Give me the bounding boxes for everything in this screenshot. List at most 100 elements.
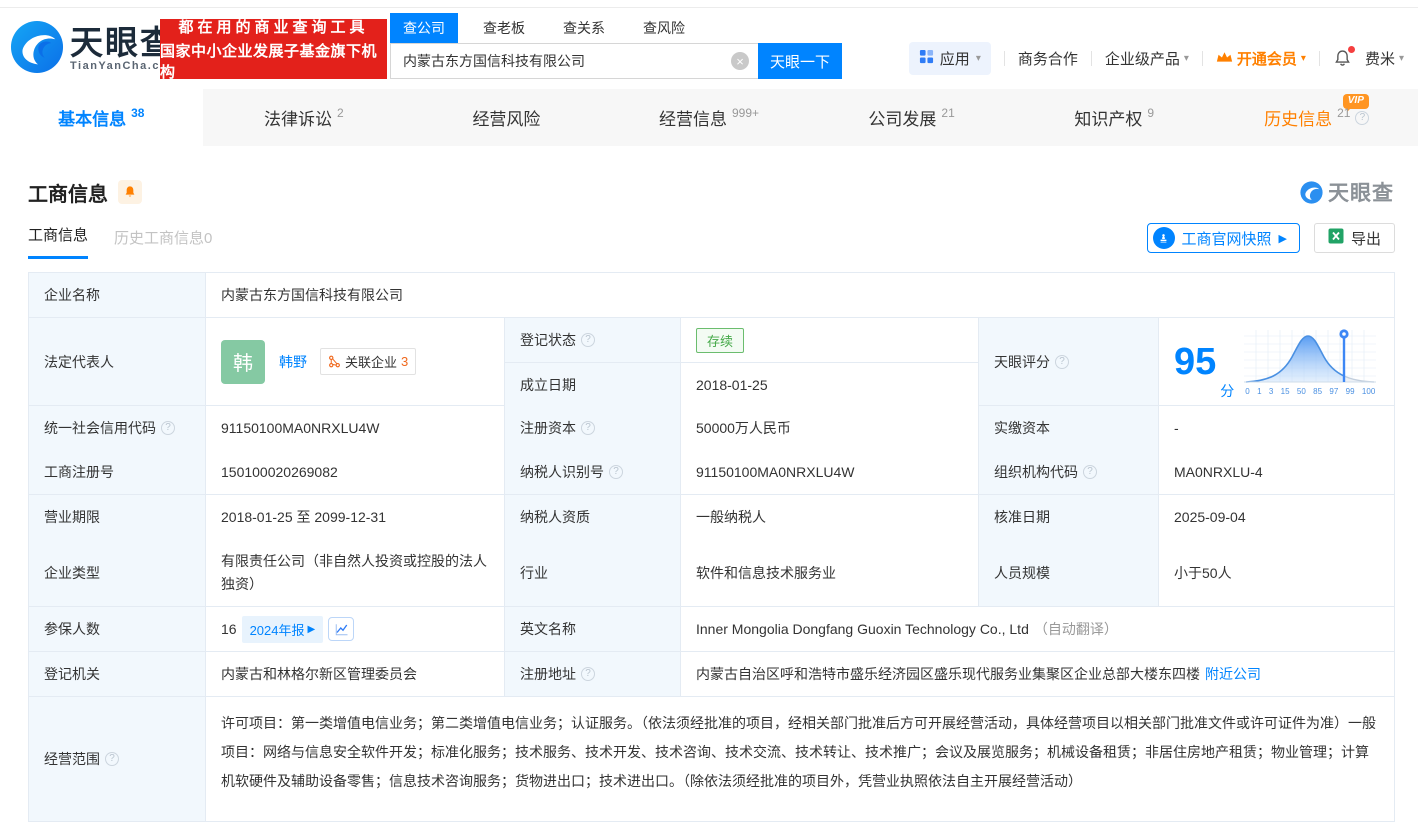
related-companies-label: 关联企业	[345, 352, 397, 371]
search-module: 查公司 查老板 查关系 查风险 天眼一下	[390, 16, 842, 79]
reg-status-label-cell: 登记状态	[505, 318, 681, 362]
search-tab-risk[interactable]: 查风险	[630, 13, 698, 43]
chevron-down-icon: ▾	[976, 53, 981, 64]
reg-number-value: 150100020269082	[206, 450, 505, 494]
help-icon[interactable]	[581, 333, 595, 347]
tab-basic-info[interactable]: 基本信息 38	[0, 89, 203, 146]
subtab-row: 工商信息 历史工商信息0 工商官网快照 ▶ 导出	[28, 223, 1395, 259]
establish-date-value: 2018-01-25	[681, 363, 979, 407]
nearby-companies-link[interactable]: 附近公司	[1205, 664, 1261, 684]
help-icon[interactable]	[609, 465, 623, 479]
english-name-cell: Inner Mongolia Dongfang Guoxin Technolog…	[681, 607, 1394, 651]
help-icon[interactable]	[581, 667, 595, 681]
reg-address-label-cell: 注册地址	[505, 652, 681, 696]
nav-enterprise-products[interactable]: 企业级产品 ▾	[1105, 48, 1189, 69]
reg-authority-value: 内蒙古和林格尔新区管理委员会	[206, 652, 505, 696]
score-value: 95	[1174, 343, 1216, 381]
taxpayer-quality-value: 一般纳税人	[681, 495, 979, 539]
nav-user[interactable]: 费米 ▾	[1365, 48, 1404, 69]
related-companies-badge[interactable]: 关联企业 3	[320, 348, 416, 375]
reg-status-label: 登记状态	[520, 330, 576, 350]
chevron-down-icon: ▾	[1184, 53, 1189, 64]
reg-capital-label: 注册资本	[520, 418, 576, 438]
staff-size-value: 小于50人	[1159, 539, 1394, 606]
tab-legal-proceedings[interactable]: 法律诉讼 2	[203, 89, 406, 146]
table-row: 登记机关 内蒙古和林格尔新区管理委员会 注册地址 内蒙古自治区呼和浩特市盛乐经济…	[29, 652, 1394, 697]
legal-rep-avatar[interactable]: 韩	[221, 340, 265, 384]
paid-capital-value: -	[1159, 406, 1394, 450]
official-snapshot-button[interactable]: 工商官网快照 ▶	[1147, 223, 1300, 253]
reg-address-label: 注册地址	[520, 664, 576, 684]
search-tab-relation[interactable]: 查关系	[550, 13, 618, 43]
insured-trend-icon[interactable]	[328, 617, 354, 641]
monitor-bell-icon[interactable]	[118, 180, 142, 204]
table-row: 企业名称 内蒙古东方国信科技有限公司	[29, 273, 1394, 318]
help-icon[interactable]	[1083, 465, 1097, 479]
tab-count: 21	[941, 106, 954, 120]
help-icon[interactable]	[161, 421, 175, 435]
score-distribution-chart: 0131550859799100	[1244, 328, 1376, 396]
tianyancha-watermark: 天眼查	[1300, 177, 1394, 207]
notification-bell-icon[interactable]	[1333, 49, 1352, 68]
company-name-label: 企业名称	[29, 273, 206, 317]
tab-history-info[interactable]: VIP 历史信息 21	[1215, 89, 1418, 146]
org-code-value: MA0NRXLU-4	[1159, 450, 1394, 494]
tab-company-development[interactable]: 公司发展 21	[810, 89, 1013, 146]
section-title: 工商信息	[28, 178, 108, 207]
reg-status-cell: 存续	[681, 318, 979, 362]
slogan-line1: 都在用的商业查询工具	[178, 16, 368, 37]
insured-count-label: 参保人数	[29, 607, 206, 651]
company-type-value: 有限责任公司（非自然人投资或控股的法人独资）	[221, 550, 489, 596]
tab-intellectual-property[interactable]: 知识产权 9	[1013, 89, 1216, 146]
status-badge: 存续	[696, 328, 744, 353]
subtab-business-info[interactable]: 工商信息	[28, 224, 88, 259]
slogan-banner: 都在用的商业查询工具 国家中小企业发展子基金旗下机构	[160, 19, 387, 79]
reg-number-label: 工商注册号	[29, 450, 206, 494]
business-scope-label-cell: 经营范围	[29, 697, 206, 821]
taxpayer-id-label: 纳税人识别号	[520, 462, 604, 482]
section-header: 工商信息 天眼查	[0, 146, 1418, 207]
search-button[interactable]: 天眼一下	[758, 43, 842, 79]
business-scope-value: 许可项目：第一类增值电信业务；第二类增值电信业务；认证服务。（依法须经批准的项目…	[206, 697, 1394, 821]
tab-business-info[interactable]: 经营信息 999+	[608, 89, 811, 146]
english-name-label: 英文名称	[505, 607, 681, 651]
business-term-label: 营业期限	[29, 495, 206, 539]
tab-label: 知识产权	[1074, 105, 1142, 130]
help-icon[interactable]	[105, 752, 119, 766]
score-unit: 分	[1220, 381, 1234, 401]
subtab-history-business-info[interactable]: 历史工商信息0	[114, 227, 212, 259]
search-clear-icon[interactable]	[731, 52, 749, 70]
taxpayer-quality-label: 纳税人资质	[505, 495, 681, 539]
crown-icon	[1216, 50, 1233, 67]
establish-date-label: 成立日期	[505, 363, 681, 407]
insured-count-value: 16	[221, 621, 237, 637]
help-icon[interactable]	[581, 421, 595, 435]
stamp-icon	[1153, 227, 1175, 249]
export-button[interactable]: 导出	[1314, 223, 1395, 253]
help-icon[interactable]	[1355, 111, 1369, 125]
search-tab-company[interactable]: 查公司	[390, 13, 458, 43]
nav-cooperation[interactable]: 商务合作	[1018, 48, 1078, 69]
search-tab-boss[interactable]: 查老板	[470, 13, 538, 43]
legal-rep-name-link[interactable]: 韩野	[279, 352, 307, 372]
related-companies-count: 3	[401, 354, 408, 369]
taxpayer-id-value: 91150100MA0NRXLU4W	[681, 450, 979, 494]
annual-report-label: 2024年报	[250, 620, 305, 639]
company-type-label: 企业类型	[29, 539, 206, 606]
tab-label: 历史信息	[1264, 105, 1332, 130]
help-icon[interactable]	[1055, 355, 1069, 369]
tab-label: 基本信息	[58, 105, 126, 130]
business-info-table: 企业名称 内蒙古东方国信科技有限公司 法定代表人 韩 韩野 关联企业 3	[28, 272, 1395, 822]
table-row: 工商注册号 150100020269082 纳税人识别号 91150100MA0…	[29, 450, 1394, 495]
nav-open-vip[interactable]: 开通会员 ▾	[1216, 48, 1306, 69]
tab-count: 21	[1337, 106, 1350, 120]
annual-report-badge[interactable]: 2024年报 ▶	[242, 616, 324, 643]
tab-business-risk[interactable]: 经营风险	[405, 89, 608, 146]
auto-translate-note: （自动翻译）	[1034, 619, 1118, 639]
taxpayer-id-label-cell: 纳税人识别号	[505, 450, 681, 494]
score-axis-ticks: 0131550859799100	[1244, 386, 1376, 396]
tianyancha-logo[interactable]: 天眼查 TianYanCha.com	[10, 20, 179, 77]
org-code-label: 组织机构代码	[994, 462, 1078, 482]
search-input[interactable]	[390, 43, 758, 79]
nav-apps[interactable]: 应用 ▾	[909, 42, 991, 75]
